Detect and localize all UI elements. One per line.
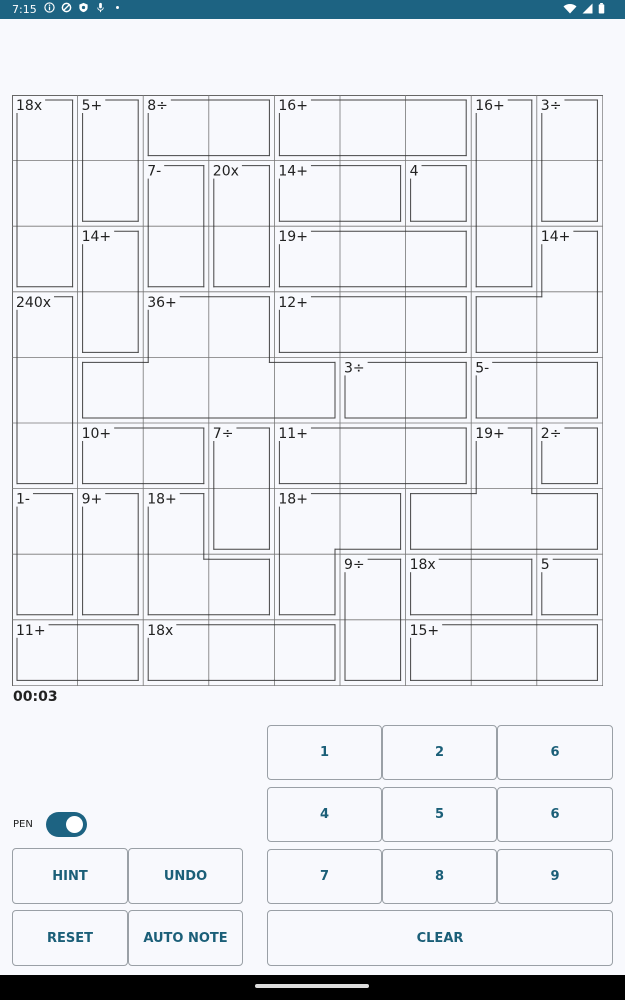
battery-icon bbox=[598, 3, 605, 14]
keypad-button[interactable]: 2 bbox=[382, 725, 497, 780]
cage-clue: 20x bbox=[213, 164, 239, 180]
cage-clue: 5+ bbox=[82, 98, 103, 114]
hint-button[interactable]: HINT bbox=[12, 848, 128, 904]
cage-clue: 12+ bbox=[278, 295, 308, 311]
undo-button[interactable]: UNDO bbox=[128, 848, 243, 904]
pen-label: PEN bbox=[13, 819, 33, 830]
mic-icon bbox=[97, 2, 104, 13]
info-icon bbox=[44, 2, 55, 13]
keypad-button[interactable]: 7 bbox=[267, 849, 382, 904]
navigation-bar bbox=[0, 975, 625, 1000]
cage-clue: 18+ bbox=[147, 492, 177, 508]
cage-clue: 2÷ bbox=[541, 426, 562, 442]
timer: 00:03 bbox=[13, 689, 58, 705]
cage-clue: 9+ bbox=[82, 492, 103, 508]
home-handle[interactable] bbox=[255, 984, 369, 988]
keypad-button[interactable]: 5 bbox=[382, 787, 497, 842]
cage-clue: 15+ bbox=[410, 623, 440, 639]
cage-clue: 11+ bbox=[278, 426, 308, 442]
shield-icon bbox=[79, 2, 88, 13]
cage-clue: 18x bbox=[147, 623, 173, 639]
dot-icon bbox=[116, 6, 119, 9]
cage-clue: 5- bbox=[475, 360, 489, 376]
cage-clue: 14+ bbox=[278, 164, 308, 180]
status-bar: 7:15 bbox=[0, 0, 625, 19]
cage-clue: 14+ bbox=[541, 229, 571, 245]
cage-clue: 16+ bbox=[278, 98, 308, 114]
cage-clue: 1- bbox=[16, 492, 30, 508]
cage-clue: 14+ bbox=[82, 229, 112, 245]
cage-clue: 3÷ bbox=[541, 98, 562, 114]
cage-clue: 7÷ bbox=[213, 426, 234, 442]
cage-clue: 18x bbox=[410, 557, 436, 573]
cage-clue: 19+ bbox=[475, 426, 505, 442]
keypad-button[interactable]: 1 bbox=[267, 725, 382, 780]
wifi-icon bbox=[563, 4, 577, 14]
cage-clue: 16+ bbox=[475, 98, 505, 114]
clear-button[interactable]: CLEAR bbox=[267, 910, 613, 966]
keypad-button[interactable]: 6 bbox=[497, 787, 613, 842]
keypad-button[interactable]: 9 bbox=[497, 849, 613, 904]
cage-clue: 18x bbox=[16, 98, 42, 114]
cage-clue: 10+ bbox=[82, 426, 112, 442]
cage-clue: 19+ bbox=[278, 229, 308, 245]
grid-border bbox=[12, 95, 603, 686]
auto-note-button[interactable]: AUTO NOTE bbox=[128, 910, 243, 966]
cage-clue: 11+ bbox=[16, 623, 46, 639]
cage-clue: 7- bbox=[147, 164, 161, 180]
cage-clue: 240x bbox=[16, 295, 51, 311]
cage-clue: 36+ bbox=[147, 295, 177, 311]
cage-clue: 4 bbox=[410, 164, 419, 180]
reset-button[interactable]: RESET bbox=[12, 910, 128, 966]
keypad-button[interactable]: 4 bbox=[267, 787, 382, 842]
pen-toggle-knob bbox=[66, 816, 83, 833]
status-time: 7:15 bbox=[12, 3, 37, 16]
cage-clue: 9÷ bbox=[344, 557, 365, 573]
cage-clue: 8÷ bbox=[147, 98, 168, 114]
cage-clue: 3÷ bbox=[344, 360, 365, 376]
puzzle-grid[interactable]: 18x 5+ 8÷ 16+ 16+ 3÷ 7- 20x 14+ 4 14+ 19+ 14+ 240x 36+… bbox=[12, 95, 603, 686]
pen-toggle[interactable] bbox=[46, 812, 87, 837]
keypad-button[interactable]: 8 bbox=[382, 849, 497, 904]
signal-icon bbox=[582, 3, 593, 14]
cage-clue: 5 bbox=[541, 557, 550, 573]
data-saver-icon bbox=[61, 2, 72, 13]
cage-clue: 18+ bbox=[278, 492, 308, 508]
keypad-button[interactable]: 6 bbox=[497, 725, 613, 780]
